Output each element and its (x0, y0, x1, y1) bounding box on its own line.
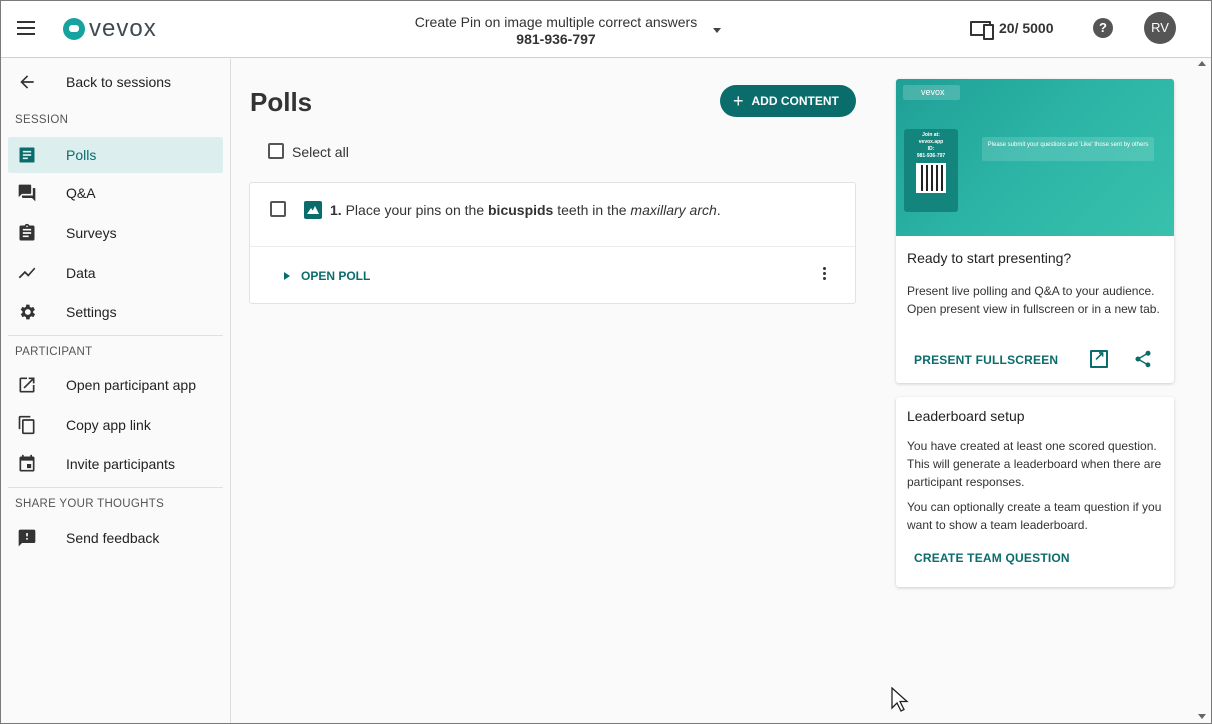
participant-count: 20/ 5000 (999, 20, 1054, 36)
plus-icon: + (733, 90, 744, 111)
sidebar-item-label: Q&A (66, 185, 96, 201)
sidebar-item-label: Send feedback (66, 530, 160, 546)
qr-code-icon (916, 163, 946, 193)
poll-divider (250, 246, 855, 247)
sidebar-divider (8, 335, 223, 336)
help-icon[interactable]: ? (1093, 18, 1113, 38)
calendar-icon (19, 454, 35, 472)
back-label: Back to sessions (66, 74, 172, 90)
preview-join-label: Join at: (922, 132, 940, 138)
sidebar: Back to sessions SESSION Polls Q&A Surve… (1, 59, 231, 723)
section-header-participant: PARTICIPANT (15, 346, 93, 358)
user-avatar[interactable]: RV (1144, 12, 1176, 44)
sidebar-item-label: Copy app link (66, 417, 151, 433)
sidebar-item-label: Data (66, 265, 96, 281)
preview-join-panel: Join at: vevox.app ID: 981-936-797 (904, 129, 958, 212)
hamburger-menu-icon[interactable] (15, 18, 37, 40)
leaderboard-card-title: Leaderboard setup (907, 408, 1025, 424)
sidebar-item-label: Invite participants (66, 456, 175, 472)
leaderboard-body-2: You can optionally create a team questio… (907, 500, 1162, 532)
sidebar-item-label: Settings (66, 304, 117, 320)
vevox-logo[interactable]: vevox (63, 15, 157, 43)
poll-question-text[interactable]: 1. Place your pins on the bicuspids teet… (330, 202, 721, 218)
sidebar-item-label: Open participant app (66, 377, 196, 393)
poll-text-part: teeth in the (553, 202, 631, 218)
poll-text-part: Place your pins on the (345, 202, 488, 218)
add-content-label: ADD CONTENT (751, 94, 839, 108)
sidebar-divider (8, 487, 223, 488)
page-title: Polls (250, 87, 313, 117)
session-title-selector[interactable]: Create Pin on image multiple correct ans… (391, 14, 721, 47)
section-header-feedback: SHARE YOUR THOUGHTS (15, 498, 165, 510)
mouse-cursor-icon (891, 687, 909, 712)
leaderboard-body-1: You have created at least one scored que… (907, 439, 1162, 489)
sidebar-item-copy-app-link[interactable]: Copy app link (8, 407, 223, 443)
chart-line-icon (18, 267, 36, 279)
sidebar-item-invite-participants[interactable]: Invite participants (8, 446, 223, 482)
poll-number: 1. (330, 202, 342, 218)
present-card-title: Ready to start presenting? (907, 250, 1072, 266)
preview-logo: vevox (903, 85, 960, 100)
sidebar-item-polls[interactable]: Polls (8, 137, 223, 173)
vevox-logo-mark (63, 18, 85, 40)
image-icon (304, 201, 322, 219)
preview-join-url: vevox.app (918, 139, 944, 145)
add-content-button[interactable]: + ADD CONTENT (720, 85, 856, 117)
gear-icon (20, 304, 36, 320)
leaderboard-card: Leaderboard setup You have created at le… (896, 397, 1174, 587)
present-preview-image[interactable]: vevox Join at: vevox.app ID: 981-936-797… (896, 79, 1174, 236)
sidebar-item-qa[interactable]: Q&A (8, 175, 223, 211)
poll-checkbox[interactable] (270, 201, 286, 217)
session-id: 981-936-797 (516, 31, 596, 47)
preview-id-label: ID: (927, 146, 935, 152)
top-app-bar: vevox Create Pin on image multiple corre… (1, 1, 1211, 58)
forum-icon (18, 184, 36, 202)
preview-id: 981-936-797 (916, 153, 946, 159)
sidebar-item-send-feedback[interactable]: Send feedback (8, 520, 223, 556)
devices-icon (969, 18, 994, 40)
open-in-new-tab-icon[interactable] (1090, 348, 1108, 368)
poll-text-part: . (716, 202, 721, 218)
sidebar-item-surveys[interactable]: Surveys (8, 215, 223, 251)
open-poll-label: OPEN POLL (301, 269, 371, 283)
app-window: vevox Create Pin on image multiple corre… (0, 0, 1212, 724)
feedback-icon (18, 529, 36, 547)
create-team-question-button[interactable]: CREATE TEAM QUESTION (914, 551, 1070, 565)
open-poll-button[interactable]: OPEN POLL (284, 269, 370, 283)
copy-icon (18, 415, 35, 435)
preview-message: Please submit your questions and 'Like' … (982, 137, 1154, 161)
open-in-new-icon (19, 377, 35, 393)
scroll-down-arrow-icon[interactable] (1198, 714, 1206, 719)
chevron-down-icon[interactable] (713, 28, 721, 33)
scroll-up-arrow-icon[interactable] (1198, 61, 1206, 66)
play-icon (284, 272, 290, 280)
present-card: vevox Join at: vevox.app ID: 981-936-797… (896, 79, 1174, 383)
session-name: Create Pin on image multiple correct ans… (414, 14, 698, 30)
present-fullscreen-button[interactable]: PRESENT FULLSCREEN (914, 353, 1058, 367)
poll-text-bold: bicuspids (488, 202, 554, 218)
select-all-checkbox[interactable] (268, 143, 284, 159)
arrow-back-icon (20, 75, 34, 89)
sidebar-item-open-participant-app[interactable]: Open participant app (8, 367, 223, 403)
present-card-body: Present live polling and Q&A to your aud… (907, 284, 1160, 316)
back-to-sessions-link[interactable]: Back to sessions (8, 64, 223, 100)
sidebar-item-data[interactable]: Data (8, 255, 223, 291)
participant-counter: 20/ 5000 (969, 18, 1054, 40)
sidebar-item-label: Surveys (66, 225, 117, 241)
poll-card: 1. Place your pins on the bicuspids teet… (249, 182, 856, 304)
clipboard-icon (19, 223, 35, 241)
select-all-label: Select all (292, 144, 349, 160)
more-options-icon[interactable] (820, 266, 828, 284)
sidebar-item-label: Polls (66, 147, 97, 163)
poll-icon (19, 147, 35, 163)
logo-text: vevox (89, 15, 157, 42)
poll-text-italic: maxillary arch (630, 202, 717, 218)
section-header-session: SESSION (15, 114, 69, 126)
share-icon[interactable] (1133, 349, 1153, 369)
sidebar-item-settings[interactable]: Settings (8, 294, 223, 330)
